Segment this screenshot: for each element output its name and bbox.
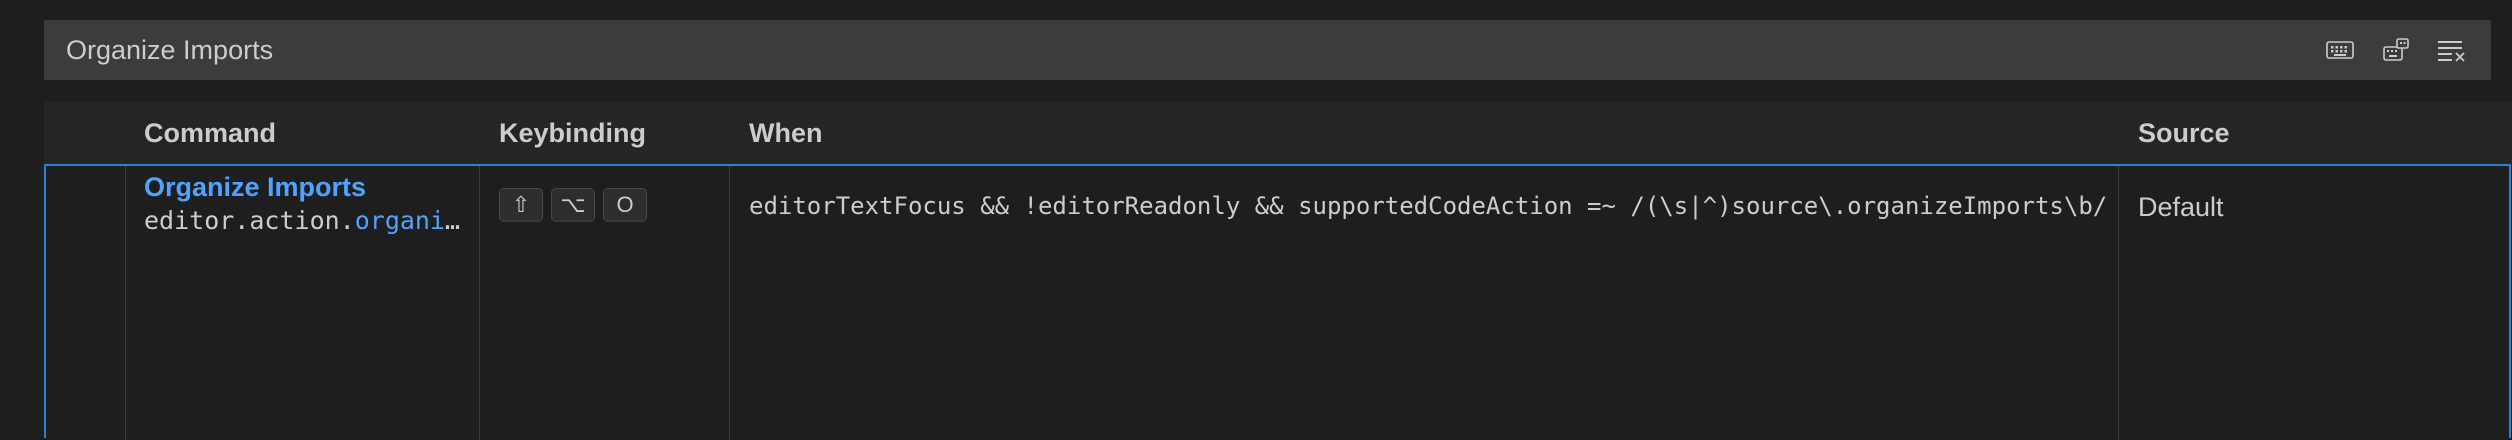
column-divider[interactable]	[2118, 166, 2119, 440]
o-key: O	[603, 188, 647, 222]
keyboard-icon[interactable]	[2325, 35, 2355, 65]
source-value: Default	[2138, 192, 2224, 222]
command-title: Organize Imports	[144, 172, 367, 202]
column-header-source[interactable]: Source	[2138, 102, 2230, 164]
search-actions	[2325, 20, 2467, 80]
table-header: Command Keybinding When Source	[44, 102, 2512, 164]
column-divider[interactable]	[125, 166, 126, 440]
search-input[interactable]	[66, 20, 2316, 80]
keybinding-keys[interactable]: ⇧ ⌥ O	[499, 188, 647, 222]
clear-search-icon[interactable]	[2437, 35, 2467, 65]
search-bar	[44, 20, 2491, 80]
column-divider[interactable]	[729, 166, 730, 440]
command-id-prefix: editor.action.	[144, 206, 355, 235]
shift-key: ⇧	[499, 188, 543, 222]
column-header-command[interactable]: Command	[144, 102, 276, 164]
command-id-match: organize…	[354, 206, 468, 235]
when-clause[interactable]: editorTextFocus && !editorReadonly && su…	[749, 192, 2107, 220]
record-keys-icon[interactable]	[2381, 35, 2411, 65]
keybindings-table: Command Keybinding When Source Organize …	[44, 102, 2512, 440]
column-divider[interactable]	[479, 166, 480, 440]
column-header-when[interactable]: When	[749, 102, 823, 164]
table-row[interactable]: Organize Imports editor.action.organize……	[44, 164, 2511, 440]
column-header-keybinding[interactable]: Keybinding	[499, 102, 646, 164]
option-key: ⌥	[551, 188, 595, 222]
command-id: editor.action.organize…	[144, 206, 468, 235]
